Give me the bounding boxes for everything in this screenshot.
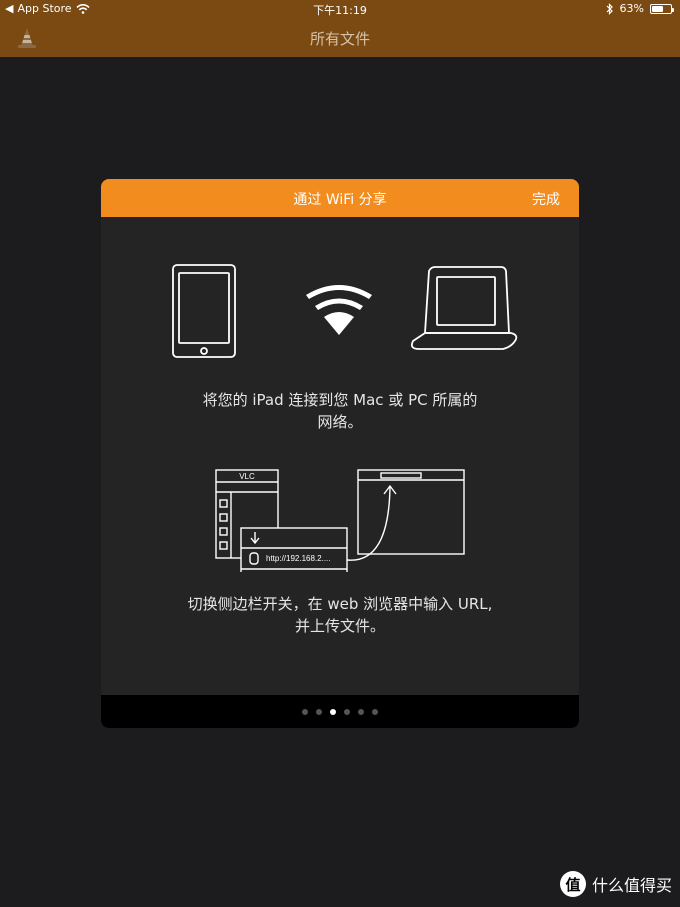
step2-text: 切换侧边栏开关，在 web 浏览器中输入 URL, 并上传文件。: [141, 593, 539, 637]
modal-header: 通过 WiFi 分享 完成: [101, 179, 579, 217]
modal-body: 将您的 iPad 连接到您 Mac 或 PC 所属的 网络。 VLC http:…: [101, 217, 579, 695]
upload-illustration: VLC http://192.168.2....: [215, 469, 465, 572]
step2-line2: 并上传文件。: [294, 617, 385, 635]
modal-footer: [101, 695, 579, 728]
watermark-badge: 值 什么值得买: [559, 871, 672, 897]
status-bar: ◀ App Store 下午11:19 63%: [0, 0, 680, 18]
done-button[interactable]: 完成: [532, 189, 560, 209]
page-dot[interactable]: [316, 709, 322, 715]
nav-title: 所有文件: [309, 30, 370, 48]
sidebar-app-label: VLC: [239, 472, 255, 481]
wifi-signal-icon: [306, 285, 372, 335]
page-dot[interactable]: [330, 709, 336, 715]
wifi-share-modal: 通过 WiFi 分享 完成 将您的 iPad 连接到您 Mac 或 PC 所属的…: [101, 179, 579, 728]
bluetooth-icon: [606, 2, 613, 15]
battery-percent: 63%: [619, 2, 644, 15]
battery-fill: [652, 5, 664, 12]
step1-line2: 网络。: [317, 413, 363, 431]
top-bar: ◀ App Store 下午11:19 63% 所有文件: [0, 0, 680, 57]
page-dot[interactable]: [358, 709, 364, 715]
modal-title: 通过 WiFi 分享: [293, 192, 387, 208]
status-time: 下午11:19: [313, 4, 367, 17]
page-indicator[interactable]: [101, 709, 579, 715]
watermark-logo-icon: 值: [559, 871, 586, 897]
connect-illustration: [172, 264, 518, 358]
url-sketch-text: http://192.168.2....: [266, 554, 331, 563]
ipad-sketch-icon: [172, 264, 236, 358]
watermark-text: 什么值得买: [591, 876, 672, 895]
page-dot[interactable]: [302, 709, 308, 715]
menu-panel-sketch: [240, 527, 348, 572]
step1-line1: 将您的 iPad 连接到您 Mac 或 PC 所属的: [202, 391, 478, 409]
laptop-sketch-icon: [410, 266, 518, 350]
battery-icon: [650, 3, 674, 14]
step1-text: 将您的 iPad 连接到您 Mac 或 PC 所属的 网络。: [141, 389, 539, 433]
page-dot[interactable]: [372, 709, 378, 715]
step2-line1: 切换侧边栏开关，在 web 浏览器中输入 URL,: [187, 595, 493, 613]
browser-window-sketch: [357, 469, 465, 555]
page-dot[interactable]: [344, 709, 350, 715]
pointer-arrow-sketch: [346, 484, 397, 561]
status-right: 63%: [606, 2, 674, 15]
